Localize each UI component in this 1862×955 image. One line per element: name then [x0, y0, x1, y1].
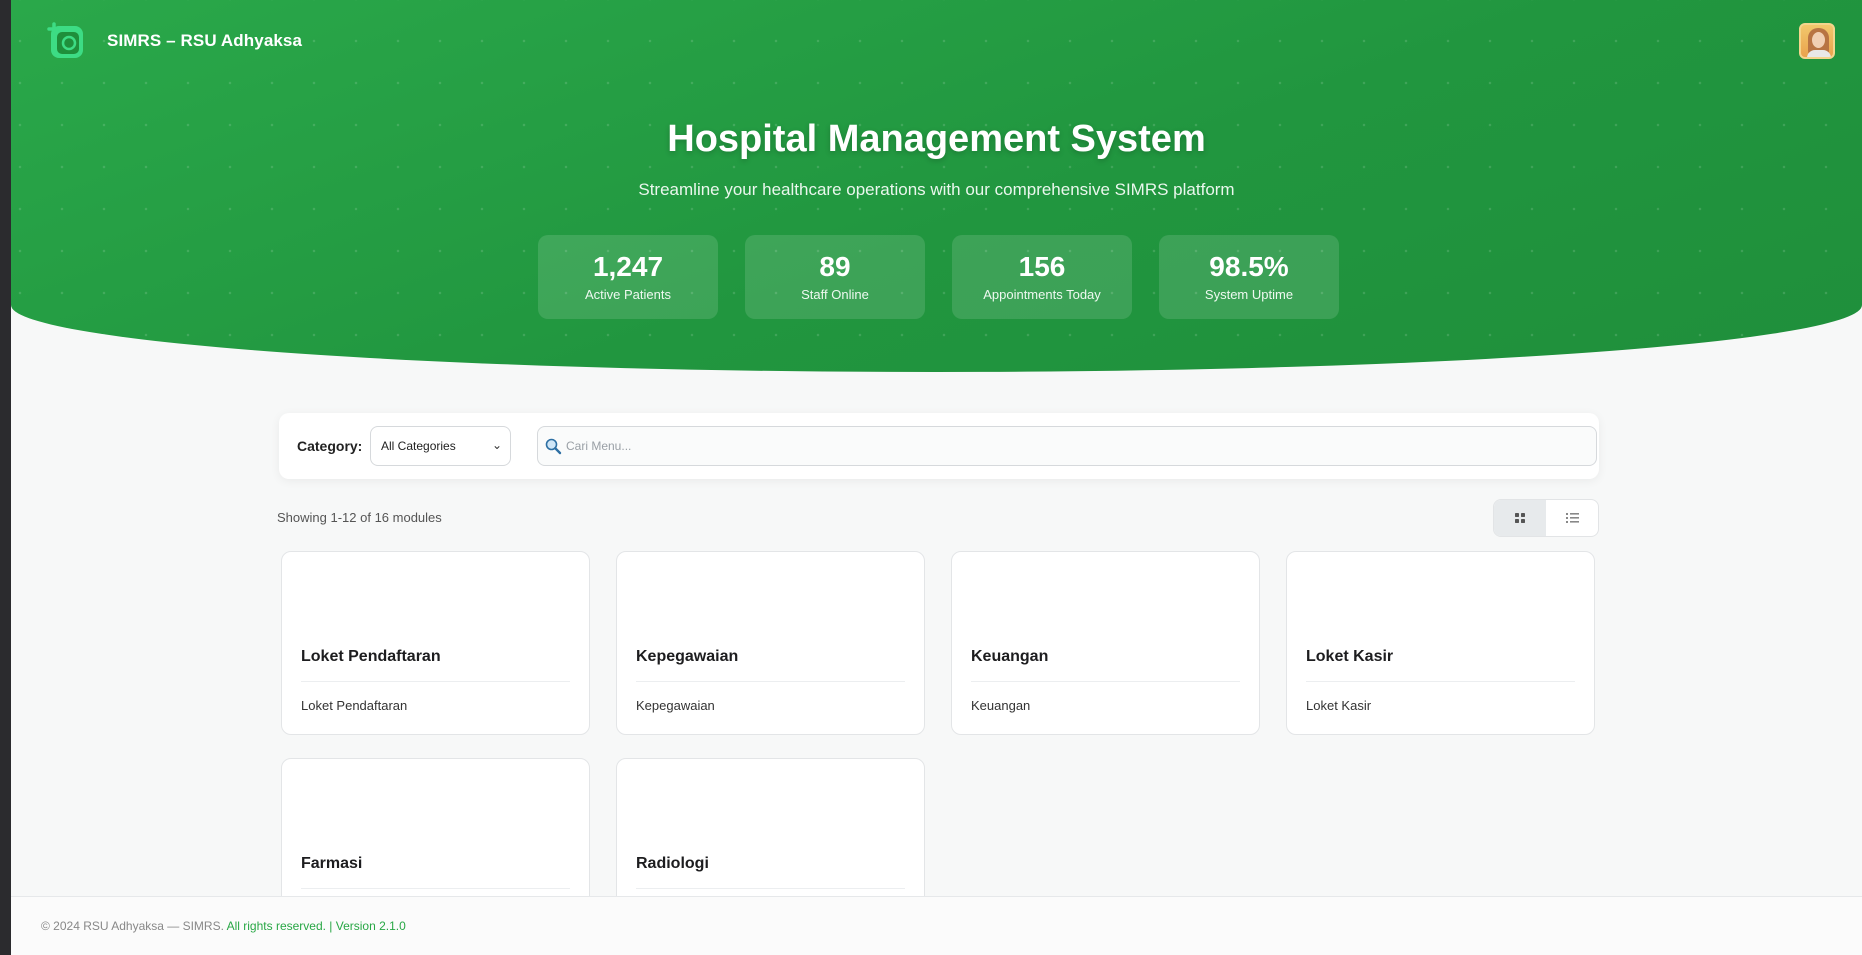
hero-title: Hospital Management System — [667, 118, 1206, 160]
stat-card-active-patients: 1,247 Active Patients — [538, 235, 718, 319]
list-view-button[interactable] — [1546, 500, 1598, 536]
module-title: Loket Kasir — [1306, 648, 1394, 665]
hero-section: SIMRS – RSU Adhyaksa Hospital Management… — [11, 0, 1862, 372]
grid-icon — [1515, 513, 1525, 523]
module-title: Farmasi — [301, 855, 363, 872]
card-divider — [636, 888, 905, 889]
category-label: Category: — [297, 438, 363, 454]
stat-label: System Uptime — [1204, 287, 1294, 302]
filter-bar: Category: All Categories ⌄ — [279, 413, 1599, 479]
stat-value: 98.5% — [1209, 251, 1289, 282]
search-icon — [545, 438, 562, 455]
stat-value: 1,247 — [592, 251, 664, 282]
module-title: Radiologi — [636, 855, 709, 872]
list-icon — [1566, 513, 1579, 523]
category-selected-value: All Categories — [381, 439, 456, 453]
card-divider — [971, 681, 1240, 682]
module-description: Loket Pendaftaran — [301, 698, 408, 713]
card-divider — [1306, 681, 1575, 682]
category-select[interactable]: All Categories ⌄ — [370, 426, 511, 466]
stat-value: 89 — [819, 251, 851, 282]
module-card-loket-pendaftaran[interactable]: Loket Pendaftaran Loket Pendaftaran — [281, 551, 590, 735]
grid-view-button[interactable] — [1494, 500, 1546, 536]
card-divider — [301, 888, 570, 889]
brand-title[interactable]: SIMRS – RSU Adhyaksa — [107, 31, 302, 51]
module-description: Kepegawaian — [636, 698, 715, 713]
stat-card-appointments-today: 156 Appointments Today — [952, 235, 1132, 319]
module-title: Loket Pendaftaran — [301, 648, 441, 665]
search-input[interactable] — [566, 433, 1586, 459]
user-avatar-icon[interactable] — [1799, 23, 1835, 59]
module-description: Keuangan — [971, 698, 1031, 713]
footer-copyright: © 2024 RSU Adhyaksa — SIMRS. — [41, 919, 224, 933]
module-title: Kepegawaian — [636, 648, 739, 665]
footer: © 2024 RSU Adhyaksa — SIMRS. All rights … — [11, 896, 1862, 955]
stat-value: 156 — [1018, 251, 1066, 282]
top-navbar: SIMRS – RSU Adhyaksa — [11, 0, 1862, 80]
stat-card-staff-online: 89 Staff Online — [745, 235, 925, 319]
stat-card-system-uptime: 98.5% System Uptime — [1159, 235, 1339, 319]
stat-label: Active Patients — [585, 287, 671, 302]
hero-subtitle: Streamline your healthcare operations wi… — [638, 180, 1235, 199]
stat-label: Appointments Today — [983, 287, 1101, 302]
app-window: SIMRS – RSU Adhyaksa Hospital Management… — [11, 0, 1862, 955]
footer-rights-version: All rights reserved. | Version 2.1.0 — [223, 919, 406, 933]
module-card-kepegawaian[interactable]: Kepegawaian Kepegawaian — [616, 551, 925, 735]
medical-cross-logo-icon[interactable] — [45, 20, 89, 62]
results-count: Showing 1-12 of 16 modules — [277, 510, 442, 525]
chevron-down-icon: ⌄ — [491, 438, 502, 452]
card-divider — [301, 681, 570, 682]
module-title: Keuangan — [971, 648, 1049, 665]
module-card-loket-kasir[interactable]: Loket Kasir Loket Kasir — [1286, 551, 1595, 735]
stat-label: Staff Online — [801, 287, 869, 302]
module-card-keuangan[interactable]: Keuangan Keuangan — [951, 551, 1260, 735]
view-toggle — [1493, 499, 1599, 537]
card-divider — [636, 681, 905, 682]
search-box[interactable] — [537, 426, 1597, 466]
module-description: Loket Kasir — [1306, 698, 1372, 713]
